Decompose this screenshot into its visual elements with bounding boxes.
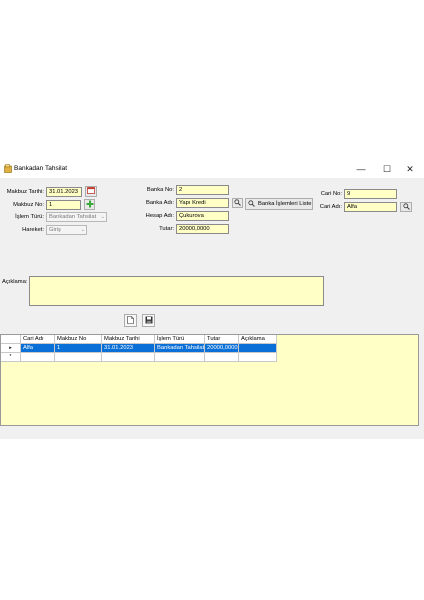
column-header[interactable]: Tutar <box>205 335 239 344</box>
cari-adi-field[interactable]: Alfa <box>344 202 397 212</box>
table-cell[interactable]: 31.01.2023 <box>102 344 155 353</box>
hesap-adi-field[interactable]: Çukurova <box>176 211 229 221</box>
cari-adi-label: Cari Adı: <box>319 204 342 210</box>
hareket-select[interactable]: Giriş ⌄ <box>46 225 87 235</box>
magnifier-icon <box>402 202 410 212</box>
banka-adi-field[interactable]: Yapı Kredi <box>176 198 229 208</box>
cari-no-field[interactable]: 9 <box>344 189 397 199</box>
close-button[interactable]: ✕ <box>403 162 417 176</box>
islem-turu-value: Bankadan Tahsilat <box>49 214 97 220</box>
new-row-cell[interactable] <box>155 353 205 362</box>
column-header[interactable]: İşlem Türü <box>155 335 205 344</box>
save-icon <box>145 316 153 326</box>
banka-adi-label: Banka Adı: <box>145 200 174 206</box>
table-cell[interactable]: 20000,0000 <box>205 344 239 353</box>
makbuz-tarihi-label: Makbuz Tarihi: <box>6 189 44 195</box>
toolbar <box>0 309 325 331</box>
calendar-icon <box>87 187 95 196</box>
maximize-button[interactable]: ☐ <box>380 162 394 176</box>
column-header[interactable]: Makbuz No <box>55 335 102 344</box>
chevron-down-icon: ⌄ <box>80 227 85 233</box>
save-button[interactable] <box>142 314 155 327</box>
wallet-icon <box>4 164 12 173</box>
table-cell[interactable] <box>239 344 277 353</box>
calendar-button[interactable] <box>85 186 97 197</box>
column-header[interactable]: Cari Adı <box>21 335 55 344</box>
new-row-cell[interactable] <box>205 353 239 362</box>
add-makbuz-button[interactable] <box>84 199 95 210</box>
new-row-cell[interactable] <box>102 353 155 362</box>
table-cell[interactable]: Bankadan Tahsilat <box>155 344 205 353</box>
table-cell[interactable]: Alfa <box>21 344 55 353</box>
column-header[interactable]: Makbuz Tarihi <box>102 335 155 344</box>
hareket-value: Giriş <box>49 227 61 233</box>
magnifier-icon <box>248 199 255 209</box>
new-row-cell[interactable] <box>239 353 277 362</box>
new-row-cell[interactable] <box>55 353 102 362</box>
banka-no-field[interactable]: 2 <box>176 185 229 195</box>
makbuz-no-label: Makbuz No: <box>13 202 44 208</box>
new-row-cell[interactable] <box>21 353 55 362</box>
grid-corner[interactable] <box>1 335 21 344</box>
window-title: Bankadan Tahsilat <box>14 165 68 172</box>
islem-turu-select[interactable]: Bankadan Tahsilat ⌄ <box>46 212 107 222</box>
table-cell[interactable]: 1 <box>55 344 102 353</box>
column-header[interactable]: Açıklama <box>239 335 277 344</box>
aciklama-label: Açıklama: <box>2 279 28 285</box>
makbuz-no-field[interactable]: 1 <box>46 200 81 210</box>
chevron-down-icon: ⌄ <box>100 214 105 220</box>
plus-icon <box>86 200 94 210</box>
cari-no-label: Cari No: <box>320 191 342 197</box>
cari-search-button[interactable] <box>400 202 412 212</box>
minimize-button[interactable]: — <box>354 162 368 176</box>
banka-search-button[interactable] <box>232 198 243 208</box>
makbuz-tarihi-field[interactable]: 31.01.2023 <box>46 187 82 197</box>
current-row-indicator[interactable]: ▸ <box>1 344 21 353</box>
new-row-indicator[interactable]: * <box>1 353 21 362</box>
tutar-field[interactable]: 20000,0000 <box>176 224 229 234</box>
aciklama-field[interactable] <box>29 276 324 306</box>
hareket-label: Hareket: <box>22 227 44 233</box>
hesap-adi-label: Hesap Adı: <box>145 213 174 219</box>
magnifier-icon <box>234 198 241 208</box>
new-button[interactable] <box>124 314 137 327</box>
tutar-label: Tutar: <box>159 226 174 232</box>
new-document-icon <box>127 315 134 326</box>
islem-turu-label: İşlem Türü: <box>15 214 44 220</box>
banka-no-label: Banka No: <box>146 187 174 193</box>
